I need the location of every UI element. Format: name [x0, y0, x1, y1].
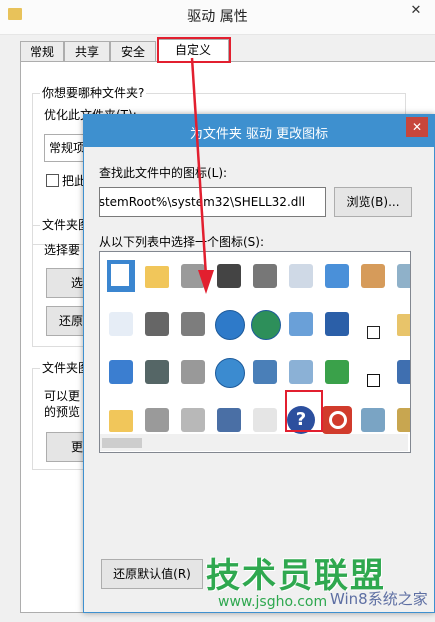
- monitor-blue-icon[interactable]: [391, 354, 410, 390]
- close-button[interactable]: ✕: [401, 0, 431, 22]
- outer-title-bar: 驱动 属性: [0, 0, 435, 35]
- browse-button[interactable]: 浏览(B)...: [334, 187, 412, 217]
- search-icon[interactable]: [283, 354, 319, 390]
- select-label: 选择要: [44, 243, 81, 257]
- highlight-box: [157, 37, 231, 63]
- shortcut-icon[interactable]: [355, 354, 391, 390]
- icon-list[interactable]: ?: [99, 251, 411, 453]
- globe-icon[interactable]: [211, 306, 247, 342]
- power-icon[interactable]: [319, 402, 355, 438]
- tab-security[interactable]: 安全: [110, 41, 156, 62]
- apply-checkbox[interactable]: [46, 174, 59, 187]
- hand-share-icon[interactable]: [355, 258, 391, 294]
- find-label: 查找此文件中的图标(L):: [99, 166, 228, 180]
- chip-icon[interactable]: [211, 258, 247, 294]
- globe-network-icon[interactable]: [247, 306, 283, 342]
- folder-icon[interactable]: [139, 258, 175, 294]
- mouse-globe-icon[interactable]: [211, 354, 247, 390]
- restore-button[interactable]: 还原: [46, 306, 86, 336]
- scrollbar-thumb[interactable]: [102, 438, 142, 448]
- restore-default-button[interactable]: 还原默认值(R): [101, 559, 203, 589]
- tab-general[interactable]: 常规: [20, 41, 64, 62]
- doc-icon[interactable]: [103, 306, 139, 342]
- network-icon[interactable]: [247, 354, 283, 390]
- tab-sharing[interactable]: 共享: [64, 41, 110, 62]
- list-label: 从以下列表中选择一个图标(S):: [99, 235, 265, 249]
- app-window-icon[interactable]: [103, 354, 139, 390]
- change-icon-button[interactable]: 更: [46, 432, 86, 462]
- dialog-title: 为文件夹 驱动 更改图标: [189, 127, 329, 142]
- dialog-close-button[interactable]: ✕: [406, 117, 428, 137]
- group-title: 你想要哪种文件夹?: [40, 84, 147, 101]
- green-arrow-icon[interactable]: [319, 354, 355, 390]
- description-line: 的预览: [44, 405, 81, 419]
- path-value: SystemRoot%\system32\SHELL32.dll: [99, 195, 306, 209]
- monitor-icon[interactable]: [319, 306, 355, 342]
- calculator-icon[interactable]: [247, 402, 283, 438]
- cd-drive-icon[interactable]: [175, 402, 211, 438]
- recycle-full-icon[interactable]: [355, 402, 391, 438]
- folder-doc-icon[interactable]: [391, 306, 410, 342]
- change-icon-dialog: 为文件夹 驱动 更改图标 ✕ 查找此文件中的图标(L): SystemRoot%…: [83, 114, 435, 613]
- description-line: 可以更: [44, 389, 81, 403]
- floppy-icon[interactable]: [139, 354, 175, 390]
- choose-file-button[interactable]: 选: [46, 268, 86, 298]
- control-panel-icon[interactable]: [283, 306, 319, 342]
- network-drive-icon[interactable]: [175, 306, 211, 342]
- printer-icon[interactable]: [247, 258, 283, 294]
- horizontal-scrollbar[interactable]: [100, 434, 408, 451]
- watermark-url: www.jsgho.com: [218, 594, 328, 610]
- folder-yellow-icon[interactable]: [103, 402, 139, 438]
- drive-icon[interactable]: [175, 258, 211, 294]
- file-icon[interactable]: [103, 258, 139, 294]
- clock-doc-icon[interactable]: [283, 258, 319, 294]
- window-title: 驱动 属性: [187, 9, 248, 25]
- computer-icon[interactable]: [211, 402, 247, 438]
- window-icon[interactable]: [319, 258, 355, 294]
- drive-gray-icon[interactable]: [139, 402, 175, 438]
- shortcut-arrow-icon[interactable]: [355, 306, 391, 342]
- watermark-brand: Win8系统之家: [330, 590, 428, 608]
- path-input[interactable]: SystemRoot%\system32\SHELL32.dll: [99, 187, 326, 217]
- drive-network-icon[interactable]: [139, 306, 175, 342]
- recycle-bin-icon[interactable]: [391, 258, 410, 294]
- dialog-title-bar: 为文件夹 驱动 更改图标: [84, 115, 434, 147]
- highlight-box: [285, 390, 323, 432]
- tools-icon[interactable]: [391, 402, 410, 438]
- drive-disconnected-icon[interactable]: [175, 354, 211, 390]
